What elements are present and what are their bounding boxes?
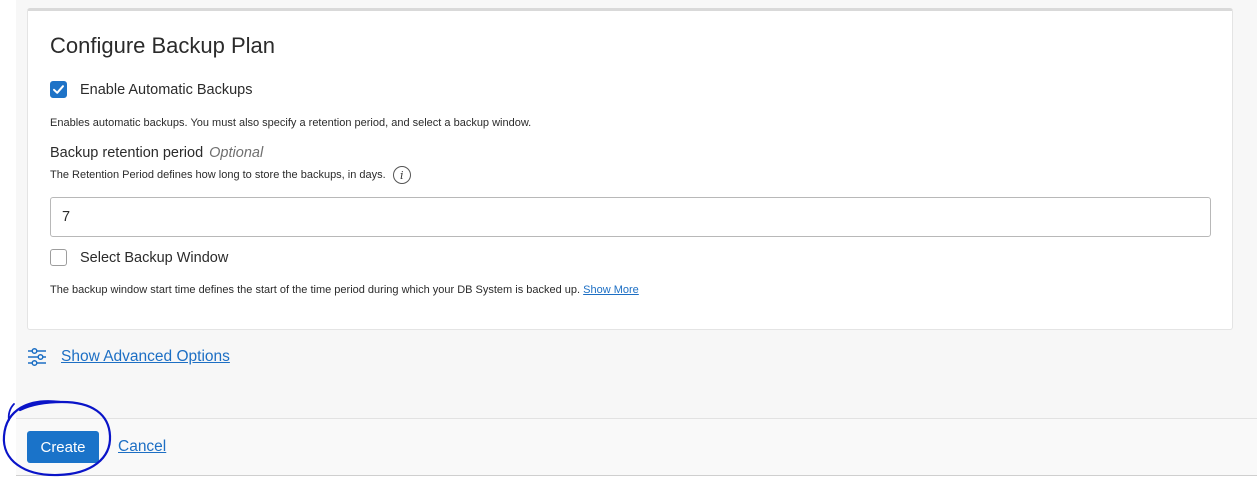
retention-label-text: Backup retention period: [50, 145, 204, 161]
enable-backups-help: Enables automatic backups. You must also…: [50, 117, 532, 129]
create-button[interactable]: Create: [27, 431, 99, 463]
optional-tag: Optional: [209, 145, 264, 161]
show-advanced-options-link[interactable]: Show Advanced Options: [61, 348, 230, 366]
backup-window-help: The backup window start time defines the…: [50, 284, 639, 296]
retention-help-text: The Retention Period defines how long to…: [50, 168, 386, 181]
backup-window-help-text: The backup window start time defines the…: [50, 284, 581, 296]
checkmark-icon: [53, 85, 64, 94]
backup-window-label: Select Backup Window: [80, 249, 229, 266]
enable-backups-row[interactable]: Enable Automatic Backups: [50, 81, 253, 98]
show-more-link[interactable]: Show More: [583, 284, 639, 296]
retention-label: Backup retention period Optional: [50, 145, 263, 161]
backup-window-row[interactable]: Select Backup Window: [50, 249, 228, 266]
info-icon[interactable]: i: [392, 166, 411, 184]
retention-period-input[interactable]: [50, 197, 1211, 237]
cancel-link[interactable]: Cancel: [118, 438, 166, 456]
sliders-icon: [28, 347, 46, 367]
enable-backups-checkbox[interactable]: [50, 81, 67, 98]
retention-help: The Retention Period defines how long to…: [50, 166, 411, 184]
backup-window-checkbox[interactable]: [50, 249, 67, 266]
backup-plan-card: Configure Backup Plan Enable Automatic B…: [27, 8, 1233, 330]
enable-backups-label: Enable Automatic Backups: [80, 81, 253, 98]
section-title: Configure Backup Plan: [50, 33, 276, 58]
footer-action-bar: Create Cancel: [16, 418, 1257, 476]
advanced-options-row[interactable]: Show Advanced Options: [27, 347, 230, 367]
